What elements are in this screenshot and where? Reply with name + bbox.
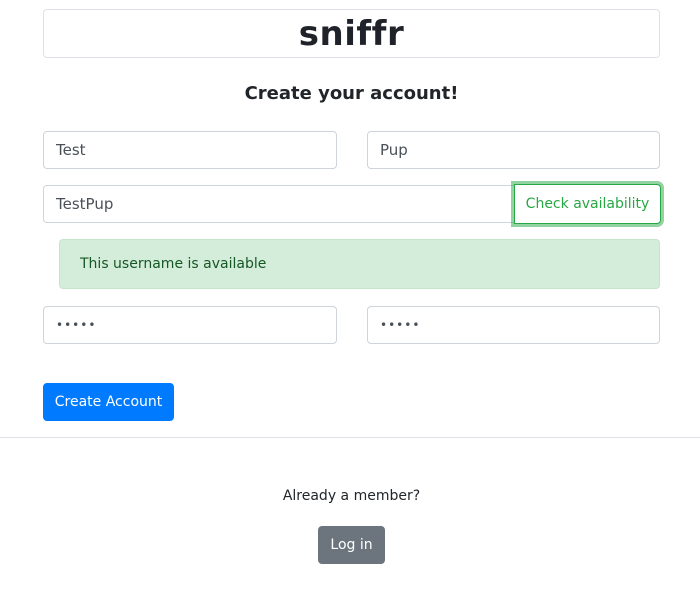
create-account-button[interactable]: Create Account [43,383,174,421]
divider [0,437,700,438]
member-prompt: Already a member? [282,488,421,504]
availability-alert: This username is available [59,239,660,289]
first-name-input[interactable] [43,131,337,169]
brand-logo: sniffr [298,13,405,54]
login-button[interactable]: Log in [318,526,385,564]
check-availability-button[interactable]: Check availability [514,184,661,224]
username-input[interactable] [43,185,516,223]
last-name-input[interactable] [367,131,660,169]
confirm-password-input[interactable] [367,306,660,344]
password-input[interactable] [43,306,337,344]
availability-message: This username is available [80,256,267,272]
page-title: Create your account! [244,83,459,104]
brand-header: sniffr [43,9,660,58]
